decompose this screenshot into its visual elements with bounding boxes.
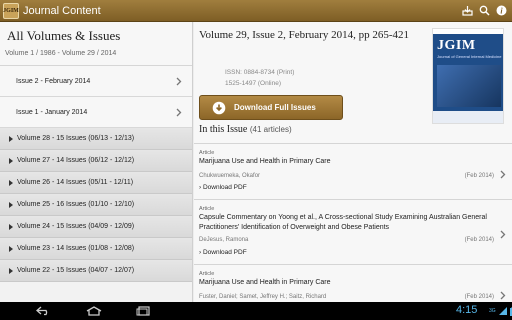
download-pdf-link[interactable]: › Download PDF	[199, 184, 247, 191]
volume-item[interactable]: Volume 23 - 14 Issues (01/08 - 12/08)	[0, 238, 192, 260]
article-type: Article	[199, 271, 215, 277]
article-author: DeJesus, Ramona	[199, 237, 249, 243]
action-bar: JGIM Journal Content i	[0, 0, 512, 22]
article-author: Chukwuemeka, Okafor	[199, 173, 261, 179]
system-bar: 4:15 3G	[0, 302, 512, 320]
info-icon[interactable]: i	[495, 5, 507, 17]
app-logo-icon[interactable]: JGIM	[3, 2, 19, 19]
issue-label: Issue 2 - February 2014	[16, 77, 91, 85]
expand-arrow-icon	[9, 157, 13, 164]
article-item[interactable]: Article Marijuana Use and Health in Prim…	[194, 264, 512, 302]
volume-item[interactable]: Volume 26 - 14 Issues (05/11 - 12/11)	[0, 172, 192, 194]
article-author: Fuster, Daniel; Samet, Jeffrey H.; Saitz…	[199, 294, 327, 300]
volumes-title: All Volumes & Issues	[7, 28, 121, 43]
article-date: (Feb 2014)	[464, 294, 494, 300]
expand-arrow-icon	[9, 267, 13, 274]
signal-label: 3G	[489, 308, 496, 314]
article-item[interactable]: Article Marijuana Use and Health in Prim…	[194, 143, 512, 199]
volume-label: Volume 22 - 15 Issues (04/07 - 12/07)	[17, 267, 135, 274]
chevron-right-icon	[173, 106, 185, 118]
article-type: Article	[199, 150, 215, 156]
issue-label: Issue 1 - January 2014	[16, 108, 88, 116]
volume-item[interactable]: Volume 28 - 15 Issues (06/13 - 12/13)	[0, 128, 192, 150]
volume-item[interactable]: Volume 25 - 16 Issues (01/10 - 12/10)	[0, 194, 192, 216]
expand-arrow-icon	[9, 223, 13, 230]
download-full-issues-button[interactable]: Download Full Issues	[199, 95, 343, 120]
volume-label: Volume 24 - 15 Issues (04/09 - 12/09)	[17, 223, 135, 230]
article-title[interactable]: Marijuana Use and Health in Primary Care	[199, 157, 489, 167]
issue-item[interactable]: Issue 2 - February 2014	[0, 66, 192, 97]
chevron-right-icon	[173, 75, 185, 87]
issue-item[interactable]: Issue 1 - January 2014	[0, 97, 192, 128]
volume-label: Volume 26 - 14 Issues (05/11 - 12/11)	[17, 179, 134, 186]
search-icon[interactable]	[478, 5, 490, 17]
expand-arrow-icon	[9, 245, 13, 252]
issue-detail-pane: Volume 29, Issue 2, February 2014, pp 26…	[194, 22, 512, 302]
volume-item[interactable]: Volume 22 - 15 Issues (04/07 - 12/07)	[0, 260, 192, 282]
article-type: Article	[199, 206, 215, 212]
expand-arrow-icon	[9, 179, 13, 186]
volumes-range: Volume 1 / 1986 - Volume 29 / 2014	[5, 50, 117, 57]
recent-apps-icon[interactable]	[136, 305, 152, 317]
issue-title: Volume 29, Issue 2, February 2014, pp 26…	[199, 29, 409, 41]
home-icon[interactable]	[86, 305, 102, 317]
in-issue-label: In this Issue	[199, 124, 248, 135]
expand-arrow-icon	[9, 135, 13, 142]
back-icon[interactable]	[36, 305, 52, 317]
cover-name: JGIM	[437, 38, 476, 53]
volume-item[interactable]: Volume 27 - 14 Issues (06/12 - 12/12)	[0, 150, 192, 172]
download-circle-icon	[212, 101, 226, 114]
cover-subtitle: Journal of General Internal Medicine	[437, 54, 502, 59]
issn-info: ISSN: 0884-8734 (Print) 1525-1497 (Onlin…	[225, 67, 294, 89]
volume-label: Volume 28 - 15 Issues (06/13 - 12/13)	[17, 135, 135, 142]
article-date: (Feb 2014)	[464, 237, 494, 243]
article-item[interactable]: Article Capsule Commentary on Yoong et a…	[194, 199, 512, 264]
download-button-label: Download Full Issues	[234, 103, 316, 112]
chevron-right-icon[interactable]	[500, 287, 510, 300]
journal-cover-image[interactable]: JGIM Journal of General Internal Medicin…	[432, 28, 504, 124]
volume-label: Volume 27 - 14 Issues (06/12 - 12/12)	[17, 157, 135, 164]
volume-label: Volume 23 - 14 Issues (01/08 - 12/08)	[17, 245, 135, 252]
article-title[interactable]: Capsule Commentary on Yoong et al., A Cr…	[199, 213, 489, 233]
volumes-pane: All Volumes & Issues Volume 1 / 1986 - V…	[0, 22, 193, 302]
volume-label: Volume 25 - 16 Issues (01/10 - 12/10)	[17, 201, 135, 208]
signal-icon	[498, 307, 507, 315]
chevron-right-icon[interactable]	[500, 166, 510, 179]
volume-item[interactable]: Volume 24 - 15 Issues (04/09 - 12/09)	[0, 216, 192, 238]
volumes-header: All Volumes & Issues Volume 1 / 1986 - V…	[0, 22, 192, 66]
in-this-issue-heading: In this Issue (41 articles)	[199, 124, 292, 135]
chevron-right-icon[interactable]	[500, 226, 510, 239]
article-count: (41 articles)	[249, 125, 292, 134]
article-title[interactable]: Marijuana Use and Health in Primary Care	[199, 278, 489, 288]
download-pdf-link[interactable]: › Download PDF	[199, 249, 247, 256]
expand-arrow-icon	[9, 201, 13, 208]
article-date: (Feb 2014)	[464, 173, 494, 179]
issn-online: 1525-1497 (Online)	[225, 80, 282, 87]
issn-print: ISSN: 0884-8734 (Print)	[225, 69, 295, 76]
app-title: Journal Content	[23, 4, 101, 17]
clock[interactable]: 4:15	[456, 304, 477, 316]
download-icon[interactable]	[461, 5, 473, 17]
